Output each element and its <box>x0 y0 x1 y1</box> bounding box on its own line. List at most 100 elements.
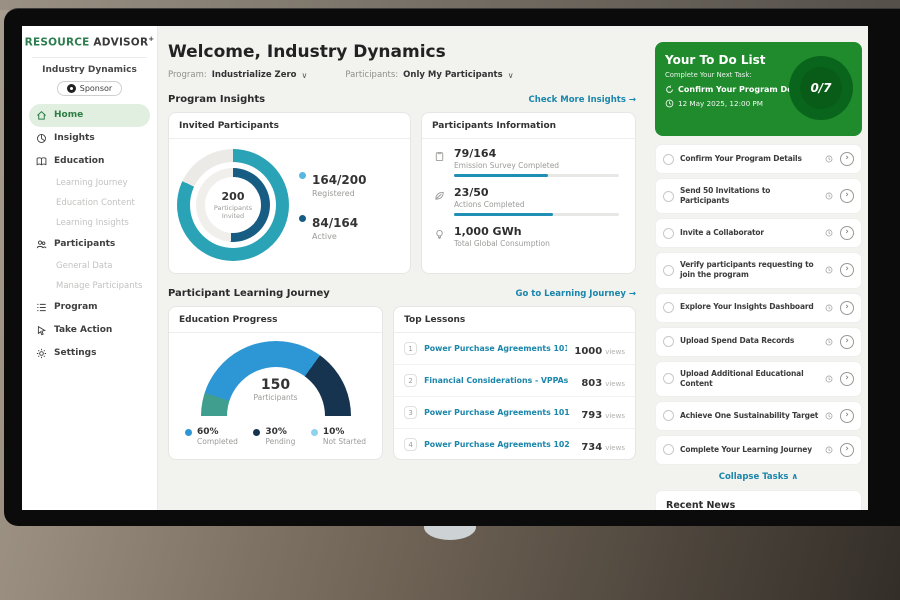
dashboard-screen: RESOURCE ADVISOR+ Industry Dynamics Spon… <box>22 26 868 510</box>
todo-checkbox[interactable] <box>663 302 674 313</box>
rank-badge: 1 <box>404 342 417 355</box>
chevron-down-icon: ∨ <box>508 71 514 80</box>
top-lessons-card: Top Lessons 1 Power Purchase Agreements … <box>393 306 636 460</box>
todo-checkbox[interactable] <box>663 444 674 455</box>
todo-panel: Your To Do List Complete Your Next Task:… <box>648 26 868 510</box>
photo-background: RESOURCE ADVISOR+ Industry Dynamics Spon… <box>0 0 900 600</box>
todo-item-6[interactable]: Upload Spend Data Records › <box>655 327 862 357</box>
check-more-insights-link[interactable]: Check More Insights → <box>529 95 636 105</box>
actions-progress-bar <box>454 213 619 216</box>
book-icon <box>36 156 47 167</box>
lesson-row-1[interactable]: 1 Power Purchase Agreements 101 1000view… <box>394 333 635 364</box>
clock-icon <box>825 229 834 237</box>
sidebar-item-learning-insights[interactable]: Learning Insights <box>22 213 157 233</box>
todo-item-3[interactable]: Invite a Collaborator › <box>655 218 862 248</box>
legend-not-started: 10% Not Started <box>311 427 366 446</box>
todo-checkbox[interactable] <box>663 336 674 347</box>
app-logo[interactable]: RESOURCE ADVISOR+ <box>22 35 157 49</box>
todo-item-8[interactable]: Achieve One Sustainability Target › <box>655 401 862 431</box>
todo-item-1[interactable]: Confirm Your Program Details › <box>655 144 862 174</box>
clock-icon <box>825 446 834 454</box>
clock-icon <box>825 192 834 200</box>
open-task-button[interactable]: › <box>840 189 854 203</box>
pie-chart-icon <box>36 133 47 144</box>
clock-icon <box>665 99 674 108</box>
clock-icon <box>825 304 834 312</box>
sidebar-item-general-data[interactable]: General Data <box>22 256 157 276</box>
recent-news-card: Recent News <box>655 490 862 510</box>
sidebar-item-home[interactable]: Home <box>29 104 150 127</box>
todo-item-7[interactable]: Upload Additional Educational Content › <box>655 361 862 397</box>
lesson-row-4[interactable]: 4 Power Purchase Agreements 102 734views <box>394 428 635 460</box>
legend-active: 84/164 Active <box>299 212 366 241</box>
sponsor-badge[interactable]: Sponsor <box>57 81 122 96</box>
clock-icon <box>825 266 834 274</box>
todo-checkbox[interactable] <box>663 373 674 384</box>
invited-donut-chart: 200 Participants Invited <box>177 149 289 261</box>
divider <box>32 57 147 58</box>
home-icon <box>36 110 47 121</box>
invited-participants-card: Invited Participants 200 Participants In… <box>168 112 411 274</box>
card-title: Education Progress <box>169 307 382 333</box>
todo-due-date: 12 May 2025, 12:00 PM <box>678 99 763 108</box>
go-to-learning-journey-link[interactable]: Go to Learning Journey → <box>515 289 636 299</box>
sidebar-item-education-content[interactable]: Education Content <box>22 193 157 213</box>
open-task-button[interactable]: › <box>840 443 854 457</box>
sidebar: RESOURCE ADVISOR+ Industry Dynamics Spon… <box>22 26 158 510</box>
sidebar-item-manage-participants[interactable]: Manage Participants <box>22 276 157 296</box>
open-task-button[interactable]: › <box>840 263 854 277</box>
learning-journey-heading: Participant Learning Journey <box>168 288 330 299</box>
sidebar-item-participants[interactable]: Participants <box>22 233 157 256</box>
refresh-icon <box>665 85 674 94</box>
donut-center-value: 200 <box>222 190 245 203</box>
rank-badge: 3 <box>404 406 417 419</box>
gauge-center-value: 150 <box>201 377 351 393</box>
list-icon <box>36 302 47 313</box>
todo-checkbox[interactable] <box>663 154 674 165</box>
todo-item-4[interactable]: Verify participants requesting to join t… <box>655 252 862 288</box>
participants-dropdown[interactable]: Participants: Only My Participants ∨ <box>345 70 513 80</box>
active-dot <box>299 215 306 222</box>
sidebar-item-learning-journey[interactable]: Learning Journey <box>22 173 157 193</box>
todo-progress-value: 0/7 <box>810 81 831 95</box>
registered-dot <box>299 172 306 179</box>
todo-checkbox[interactable] <box>663 265 674 276</box>
todo-checkbox[interactable] <box>663 191 674 202</box>
chevron-down-icon: ∨ <box>302 71 308 80</box>
open-task-button[interactable]: › <box>840 301 854 315</box>
legend-pending: 30% Pending <box>253 427 295 446</box>
collapse-tasks-link[interactable]: Collapse Tasks ∧ <box>655 472 862 482</box>
program-dropdown[interactable]: Program: Industrialize Zero ∨ <box>168 70 307 80</box>
rank-badge: 4 <box>404 438 417 451</box>
clock-icon <box>825 375 834 383</box>
lesson-row-3[interactable]: 3 Power Purchase Agreements 101 793views <box>394 396 635 428</box>
open-task-button[interactable]: › <box>840 226 854 240</box>
pending-dot <box>253 429 260 436</box>
open-task-button[interactable]: › <box>840 372 854 386</box>
todo-summary-card: Your To Do List Complete Your Next Task:… <box>655 42 862 136</box>
open-task-button[interactable]: › <box>840 152 854 166</box>
rank-badge: 2 <box>404 374 417 387</box>
info-row-actions: 23/50 Actions Completed <box>434 186 623 216</box>
open-task-button[interactable]: › <box>840 335 854 349</box>
legend-completed: 60% Completed <box>185 427 238 446</box>
lesson-row-2[interactable]: 2 Financial Considerations - VPPAs 803vi… <box>394 364 635 396</box>
todo-checkbox[interactable] <box>663 228 674 239</box>
arrow-right-icon: → <box>629 95 636 105</box>
sidebar-item-program[interactable]: Program <box>22 296 157 319</box>
program-insights-heading: Program Insights <box>168 94 265 105</box>
survey-progress-bar <box>454 174 619 177</box>
todo-item-2[interactable]: Send 50 Invitations to Participants › <box>655 178 862 214</box>
sidebar-nav: Home Insights Education Learning Journey… <box>22 104 157 365</box>
todo-item-5[interactable]: Explore Your Insights Dashboard › <box>655 293 862 323</box>
info-row-consumption: 1,000 GWh Total Global Consumption <box>434 225 623 252</box>
todo-checkbox[interactable] <box>663 410 674 421</box>
sidebar-item-settings[interactable]: Settings <box>22 342 157 365</box>
org-name: Industry Dynamics <box>22 65 157 75</box>
todo-item-9[interactable]: Complete Your Learning Journey › <box>655 435 862 465</box>
sidebar-item-take-action[interactable]: Take Action <box>22 319 157 342</box>
chevron-up-icon: ∧ <box>791 472 798 482</box>
sidebar-item-insights[interactable]: Insights <box>22 127 157 150</box>
open-task-button[interactable]: › <box>840 409 854 423</box>
sidebar-item-education[interactable]: Education <box>22 150 157 173</box>
